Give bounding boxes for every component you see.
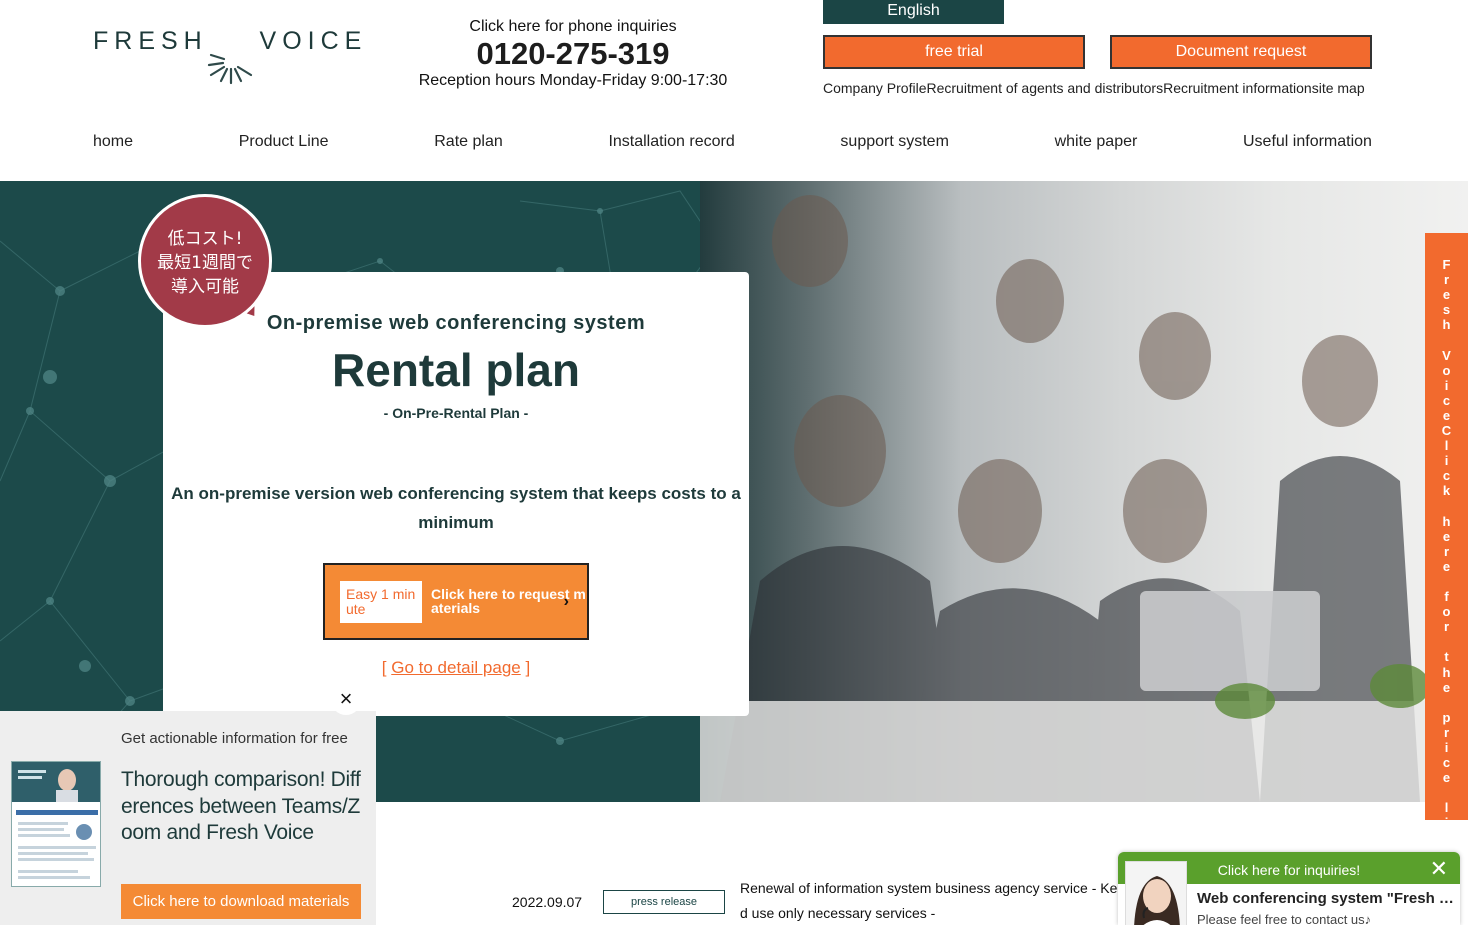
side-tab-char: i <box>1444 740 1449 755</box>
popup-lead: Get actionable information for free <box>121 730 348 747</box>
side-tab-char: r <box>1443 543 1450 559</box>
side-tab-char <box>1425 634 1468 649</box>
easy-badge: Easy 1 minute <box>340 581 422 623</box>
nav-support-system[interactable]: support system <box>840 133 948 151</box>
phone-lead: Click here for phone inquiries <box>469 18 677 35</box>
team-meeting-photo <box>700 181 1468 802</box>
free-trial-button[interactable]: free trial <box>823 35 1085 69</box>
side-tab-char: r <box>1443 619 1450 635</box>
side-tab-char: c <box>1442 392 1451 408</box>
card-plan-code: - On-Pre-Rental Plan - <box>383 405 529 421</box>
side-tab-char: e <box>1442 528 1451 544</box>
popup-close-icon[interactable]: × <box>331 685 361 715</box>
nav-product-line[interactable]: Product Line <box>239 133 329 151</box>
side-tab-char: o <box>1442 362 1451 378</box>
side-tab-char: e <box>1442 407 1451 423</box>
operator-avatar-image <box>1126 862 1186 925</box>
whitepaper-popup: Get actionable information for free Thor… <box>0 711 376 925</box>
side-tab-char: C <box>1441 423 1452 439</box>
side-tab-char <box>1425 332 1468 347</box>
side-tab-char: t <box>1444 649 1449 665</box>
side-tab-char: l <box>1444 800 1449 816</box>
chat-close-icon[interactable]: ✕ <box>1430 854 1448 884</box>
side-tab-char: s <box>1442 302 1451 318</box>
nav-useful-information[interactable]: Useful information <box>1243 133 1372 151</box>
side-tab-char: e <box>1442 770 1451 786</box>
side-tab-char <box>1425 695 1468 710</box>
phone-hours: Reception hours Monday-Friday 9:00-17:30 <box>418 72 728 89</box>
nav-home[interactable]: home <box>93 133 133 151</box>
logo-burst-icon <box>207 53 253 85</box>
side-tab-char: h <box>1442 317 1451 333</box>
popup-title: Thorough comparison! Differences between… <box>121 768 361 844</box>
side-tab-char: s <box>1442 830 1451 846</box>
side-tab-char: i <box>1444 453 1449 469</box>
download-materials-button[interactable]: Click here to download materials <box>121 884 361 919</box>
link-recruit-info[interactable]: Recruitment information <box>1163 80 1312 96</box>
brand-logo[interactable]: FRESH VOICE <box>93 27 361 87</box>
side-tab-char: i <box>1444 377 1449 393</box>
side-tab-char: e <box>1442 558 1451 574</box>
side-tab-char: k <box>1442 483 1451 499</box>
side-tab-char: c <box>1442 468 1451 484</box>
side-tab-char: e <box>1442 287 1451 303</box>
side-tab-char: e <box>1442 679 1451 695</box>
utility-links: Company ProfileRecruitment of agents and… <box>823 80 1365 96</box>
logo-word-fresh: FRESH <box>93 27 208 55</box>
chevron-right-icon: › <box>563 593 569 610</box>
side-tab-char <box>1425 499 1468 514</box>
rental-plan-card: On-premise web conferencing system Renta… <box>163 272 749 716</box>
side-tab-char: h <box>1442 664 1451 680</box>
detail-link-label: Go to detail page <box>391 658 521 677</box>
side-tab-char: l <box>1444 438 1449 454</box>
news-category-tag[interactable]: press release <box>603 890 725 914</box>
side-tab-char: i <box>1444 815 1449 831</box>
side-tab-char <box>1425 785 1468 800</box>
chat-header-label: Click here for inquiries! <box>1217 862 1361 878</box>
detail-page-link[interactable]: [ Go to detail page ] <box>163 658 749 678</box>
english-button[interactable]: English <box>823 0 1004 24</box>
logo-word-voice: VOICE <box>259 27 368 55</box>
chat-subtitle: Please feel free to contact us♪ <box>1197 912 1372 925</box>
side-tab-char: f <box>1444 589 1449 605</box>
badge-line-3: 導入可能 <box>171 277 239 297</box>
document-request-button[interactable]: Document request <box>1110 35 1372 69</box>
link-company-profile[interactable]: Company Profile <box>823 80 927 96</box>
nav-installation-record[interactable]: Installation record <box>608 133 734 151</box>
side-tab-char: V <box>1442 347 1451 363</box>
card-title: Rental plan <box>332 344 580 396</box>
nav-rate-plan[interactable]: Rate plan <box>434 133 503 151</box>
side-tab-char: r <box>1443 724 1450 740</box>
whitepaper-thumbnail[interactable] <box>11 761 101 887</box>
operator-avatar <box>1125 861 1187 925</box>
card-description: An on-premise version web conferencing s… <box>171 484 741 532</box>
side-tab-char: c <box>1442 755 1451 771</box>
badge-line-1: 低コスト! <box>167 229 243 249</box>
price-list-side-tab[interactable]: Fresh VoiceClick here for the price list… <box>1425 233 1468 906</box>
document-cover-icon <box>12 762 100 879</box>
news-headline[interactable]: Renewal of information system business a… <box>740 876 1130 925</box>
link-recruit-agents[interactable]: Recruitment of agents and distributors <box>927 80 1164 96</box>
news-date: 2022.09.07 <box>512 894 583 910</box>
side-tab-char: r <box>1443 272 1450 288</box>
side-tab-char: h <box>1442 513 1451 529</box>
side-tab-char: F <box>1442 257 1451 272</box>
side-tab-char <box>1425 574 1468 589</box>
chat-widget[interactable]: Click here for inquiries! ✕ Web conferen… <box>1118 852 1460 925</box>
phone-number[interactable]: 0120-275-319 <box>400 36 746 72</box>
side-tab-char: o <box>1442 604 1451 620</box>
chat-title: Web conferencing system "Fresh Voice" <box>1197 890 1455 907</box>
nav-white-paper[interactable]: white paper <box>1055 133 1138 151</box>
photo-silhouettes <box>700 195 1468 802</box>
badge-line-2: 最短1週間で <box>157 253 253 273</box>
logo-wordmark: FRESH VOICE <box>93 27 367 56</box>
request-materials-button[interactable]: Easy 1 minute Click here to request mate… <box>323 563 589 640</box>
main-nav: home Product Line Rate plan Installation… <box>93 133 1372 151</box>
phone-inquiry-block: Click here for phone inquiries 0120-275-… <box>400 18 746 90</box>
link-site-map[interactable]: site map <box>1312 80 1365 96</box>
side-tab-char: p <box>1442 709 1451 725</box>
low-cost-badge: 低コスト! 最短1週間で 導入可能 <box>138 194 272 328</box>
